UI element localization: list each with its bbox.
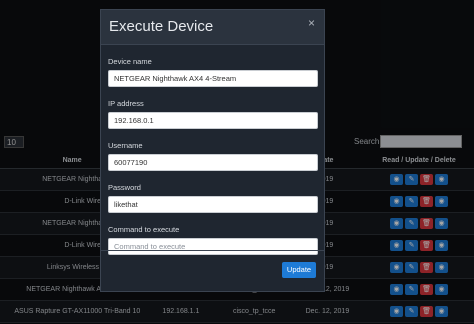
username-field[interactable]: 60077190 — [108, 154, 318, 171]
ip-address-label: IP address — [108, 99, 144, 108]
modal-footer: Update — [101, 250, 324, 291]
command-label: Command to execute — [108, 225, 180, 234]
password-label: Password — [108, 183, 141, 192]
modal-body: Device name NETGEAR Nighthawk AX4 4-Stre… — [108, 56, 318, 266]
modal-title: Execute Device — [109, 18, 214, 35]
password-field[interactable]: likethat — [108, 196, 318, 213]
device-name-field[interactable]: NETGEAR Nighthawk AX4 4-Stream — [108, 70, 318, 87]
device-name-label: Device name — [108, 57, 152, 66]
update-button[interactable]: Update — [282, 262, 316, 278]
modal-header: Execute Device × — [101, 10, 324, 45]
execute-device-modal: Execute Device × Device name NETGEAR Nig… — [100, 9, 325, 292]
username-label: Username — [108, 141, 143, 150]
close-icon[interactable]: × — [308, 17, 315, 29]
ip-address-field[interactable]: 192.168.0.1 — [108, 112, 318, 129]
